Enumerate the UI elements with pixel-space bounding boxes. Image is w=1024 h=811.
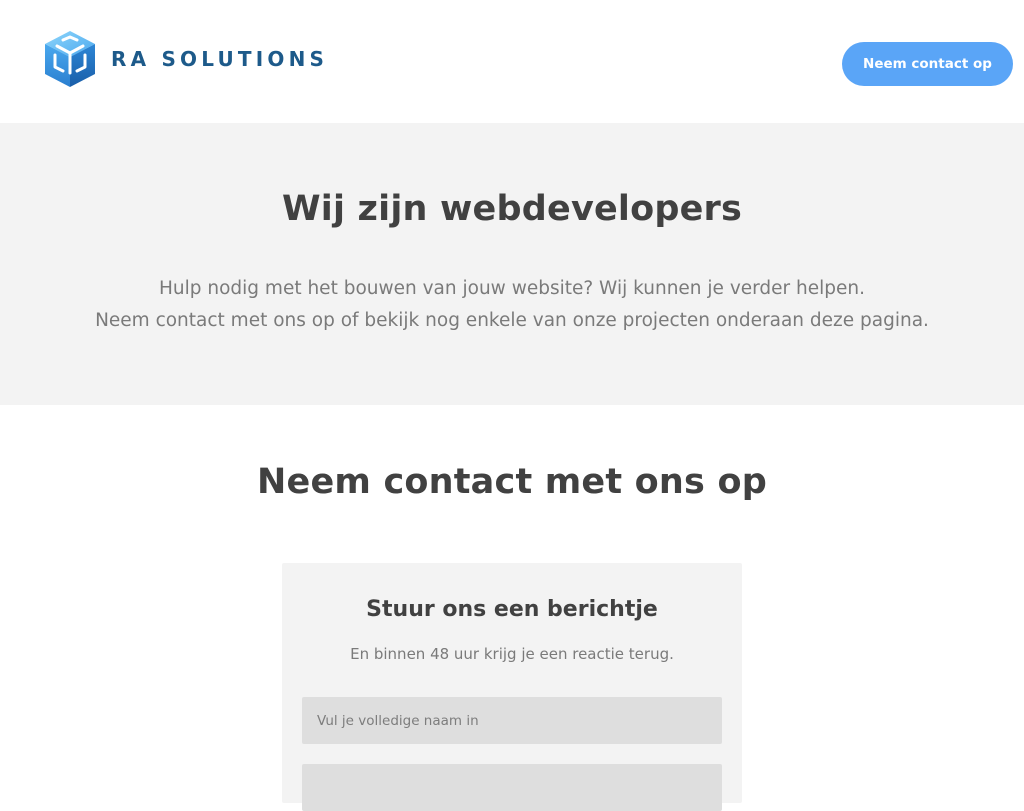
hero-line-2: Neem contact met ons op of bekijk nog en… [95, 310, 929, 331]
hero-title: Wij zijn webdevelopers [281, 189, 743, 229]
form-title: Stuur ons een berichtje [366, 597, 658, 622]
email-input[interactable] [302, 764, 722, 811]
logo-cube-icon [45, 31, 95, 87]
form-subtitle: En binnen 48 uur krijg je een reactie te… [350, 645, 674, 663]
logo-text: RA SOLUTIONS [111, 47, 329, 71]
site-header: RA SOLUTIONS Neem contact op [0, 0, 1024, 123]
logo[interactable]: RA SOLUTIONS [41, 29, 328, 89]
hero-section: Wij zijn webdevelopers Hulp nodig met he… [0, 123, 1024, 405]
contact-section-title: Neem contact met ons op [257, 462, 767, 502]
hero-line-1: Hulp nodig met het bouwen van jouw websi… [158, 278, 866, 299]
contact-button[interactable]: Neem contact op [842, 42, 1013, 86]
name-input[interactable] [302, 697, 722, 744]
contact-form: Stuur ons een berichtje En binnen 48 uur… [282, 563, 742, 811]
hero-description: Hulp nodig met het bouwen van jouw websi… [0, 273, 1024, 337]
